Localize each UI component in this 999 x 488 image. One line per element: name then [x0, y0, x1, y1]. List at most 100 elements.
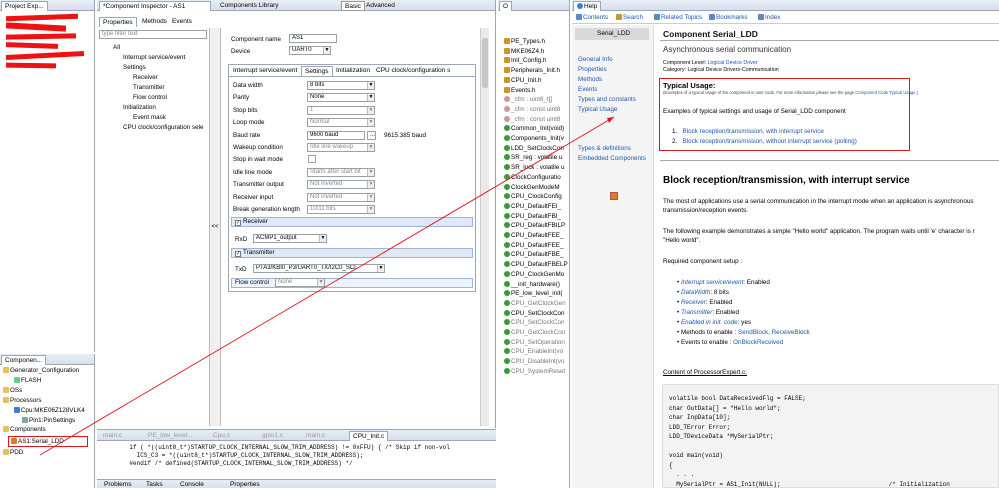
- outline-item[interactable]: PE_low_level_init(: [504, 290, 562, 297]
- outline-item[interactable]: CPU_SetOperation: [504, 338, 565, 346]
- editor-tab[interactable]: main.c: [100, 431, 125, 441]
- prop-tab-initialization[interactable]: Initialization: [333, 66, 373, 76]
- example-link-1[interactable]: 1. Block reception/transmission, with in…: [672, 128, 824, 135]
- tree-item-generator-configuration[interactable]: Generator_Configuration: [3, 367, 79, 374]
- outline-item[interactable]: _cfm : const uint8: [504, 115, 560, 123]
- chevron-down-icon[interactable]: ▼: [377, 265, 384, 272]
- filter-input[interactable]: type filter text: [99, 30, 207, 39]
- prop-value[interactable]: Idle line wakeup ▼: [307, 143, 375, 152]
- prop-value[interactable]: 8 bits ▼: [307, 81, 375, 90]
- tab-events[interactable]: Events: [169, 17, 195, 27]
- code-line[interactable]: #endif /* defined(STARTUP_CLOCK_INTERNAL…: [115, 460, 352, 467]
- outline-item[interactable]: CPU_EnableInt(vo: [504, 348, 563, 355]
- contents-link[interactable]: Contents: [576, 14, 608, 21]
- outline-item[interactable]: CPU_SetClockCon: [504, 319, 565, 326]
- outline-item[interactable]: CPU_DefaultFEE_: [504, 232, 564, 239]
- component-name-input[interactable]: AS1: [289, 34, 337, 43]
- outline-item[interactable]: CPU_ClockConfig: [504, 193, 562, 200]
- outline-item[interactable]: Init_Config.h: [504, 57, 546, 64]
- tree-item-components[interactable]: Components: [3, 426, 46, 433]
- nav-general-info[interactable]: General Info: [578, 56, 613, 63]
- chevron-down-icon[interactable]: ▼: [367, 168, 374, 176]
- outline-item[interactable]: CPU_ClockGenMo: [504, 270, 564, 278]
- transmitter-section-header[interactable]: ✓ Transmitter: [231, 248, 473, 258]
- outline-item[interactable]: CPU_DefaultFBE_: [504, 251, 564, 258]
- editor-tab[interactable]: CPU_Init.c: [349, 431, 389, 441]
- chevron-down-icon[interactable]: ▼: [367, 119, 374, 127]
- outline-item[interactable]: Events.h: [504, 86, 536, 94]
- receiver-section-header[interactable]: ✓ Receiver: [231, 217, 473, 227]
- tab-component-inspector[interactable]: *Component Inspector - AS1: [99, 1, 211, 11]
- flow-control-select[interactable]: None ▼: [275, 278, 325, 287]
- nav-properties[interactable]: Properties: [578, 66, 607, 73]
- outline-item[interactable]: Peripherals_Init.h: [504, 67, 560, 74]
- checkbox-transmitter[interactable]: ✓: [235, 251, 241, 257]
- tab-components-library[interactable]: Components Library: [217, 1, 282, 11]
- tree-interrupt-service[interactable]: Interrupt service/event: [123, 54, 185, 61]
- nav-embedded-components[interactable]: Embedded Components: [578, 155, 646, 162]
- outline-item[interactable]: CPU_DefaultFBELP: [504, 261, 568, 268]
- outline-item[interactable]: CPU_GetClockCon: [504, 329, 565, 336]
- chevron-down-icon[interactable]: ▼: [367, 206, 374, 213]
- basic-button[interactable]: Basic: [341, 1, 365, 11]
- outline-item[interactable]: CPU_DisableInt(vo: [504, 358, 565, 365]
- browse-button[interactable]: ...: [367, 130, 376, 140]
- nav-types-definitions[interactable]: Types & definitions: [578, 145, 631, 152]
- prop-value[interactable]: Not inverted ▼: [307, 192, 375, 202]
- tree-item-pinsettings[interactable]: Pin1:PinSettings: [22, 417, 75, 424]
- prop-tab-interrupt[interactable]: Interrupt service/event: [230, 66, 300, 76]
- prop-value[interactable]: None ▼: [307, 93, 375, 103]
- chevron-down-icon[interactable]: ▼: [367, 94, 374, 102]
- outline-item[interactable]: SR_reg : volatile u: [504, 154, 562, 161]
- outline-item[interactable]: MKE06Z4.h: [504, 47, 544, 55]
- prop-value[interactable]: 9600 baud: [307, 130, 365, 140]
- prop-checkbox[interactable]: [308, 155, 316, 164]
- outline-item[interactable]: CPU_GetClockGen: [504, 299, 566, 307]
- chevron-down-icon[interactable]: ▼: [319, 235, 326, 242]
- bookmarks-link[interactable]: Bookmarks: [709, 14, 748, 21]
- tree-item-pdd[interactable]: PDD: [3, 449, 23, 456]
- chevron-down-icon[interactable]: ▼: [317, 279, 324, 286]
- bottom-view-tab[interactable]: Tasks: [143, 480, 166, 488]
- tree-initialization[interactable]: Initialization: [123, 104, 156, 111]
- outline-item[interactable]: SR_lock : volatile u: [504, 164, 565, 171]
- outline-item[interactable]: CPU_SetClockCon: [504, 309, 565, 317]
- chevron-down-icon[interactable]: ▼: [367, 106, 374, 114]
- outline-item[interactable]: LDD_SetClockCon: [504, 144, 564, 152]
- tab-outline[interactable]: O: [499, 1, 513, 11]
- outline-item[interactable]: PE_Types.h: [504, 38, 545, 45]
- prop-tab-cpu-clock[interactable]: CPU clock/configuration s: [373, 66, 453, 76]
- prop-value[interactable]: Starts after start bit ▼: [307, 167, 375, 177]
- tree-settings[interactable]: Settings: [123, 64, 146, 71]
- tree-cpu-clock[interactable]: CPU clock/configuration sele: [123, 124, 204, 131]
- outline-item[interactable]: Common_Init(void): [504, 125, 564, 132]
- checkbox-receiver[interactable]: ✓: [235, 220, 241, 226]
- flow-control-section-header[interactable]: Flow control: [231, 278, 473, 288]
- tree-flow-control[interactable]: Flow control: [133, 94, 167, 101]
- prop-value[interactable]: 1 ▼: [307, 105, 375, 115]
- outline-item[interactable]: CPU_Init.h: [504, 76, 541, 84]
- search-link[interactable]: Search: [616, 14, 643, 21]
- editor-tab[interactable]: PE_low_level...: [145, 431, 195, 441]
- outline-item[interactable]: CPU_SystemReset: [504, 367, 565, 375]
- outline-item[interactable]: ClockConfiguratio: [504, 173, 561, 181]
- tab-properties[interactable]: Properties: [99, 17, 137, 27]
- chevron-down-icon[interactable]: ▼: [323, 47, 330, 54]
- prop-value[interactable]: 10/11 bits ▼: [307, 205, 375, 214]
- tree-event-mask[interactable]: Event mask: [133, 114, 166, 121]
- device-select[interactable]: UART0 ▼: [289, 46, 331, 55]
- prop-tab-settings[interactable]: Settings: [301, 66, 333, 76]
- outline-item[interactable]: CPU_DefaultFEE_: [504, 241, 564, 249]
- collapse-button[interactable]: <<: [209, 28, 221, 426]
- tree-transmitter[interactable]: Transmitter: [133, 84, 165, 91]
- tab-methods[interactable]: Methods: [139, 17, 170, 27]
- outline-item[interactable]: CPU_DefaultFEI_: [504, 202, 561, 210]
- tree-receiver[interactable]: Receiver: [133, 74, 158, 81]
- code-line[interactable]: if ( *((uint8_t*)STARTUP_CLOCK_INTERNAL_…: [115, 444, 449, 451]
- editor-tab[interactable]: gpio1.c: [259, 431, 286, 441]
- related-topics-link[interactable]: Related Topics: [654, 14, 702, 21]
- nav-types-constants[interactable]: Types and constants: [578, 96, 636, 103]
- tab-components[interactable]: Componen...: [1, 355, 47, 365]
- tree-item-cpu[interactable]: Cpu:MKE06Z128VLK4: [14, 407, 85, 414]
- bottom-view-tab[interactable]: Console: [177, 480, 207, 488]
